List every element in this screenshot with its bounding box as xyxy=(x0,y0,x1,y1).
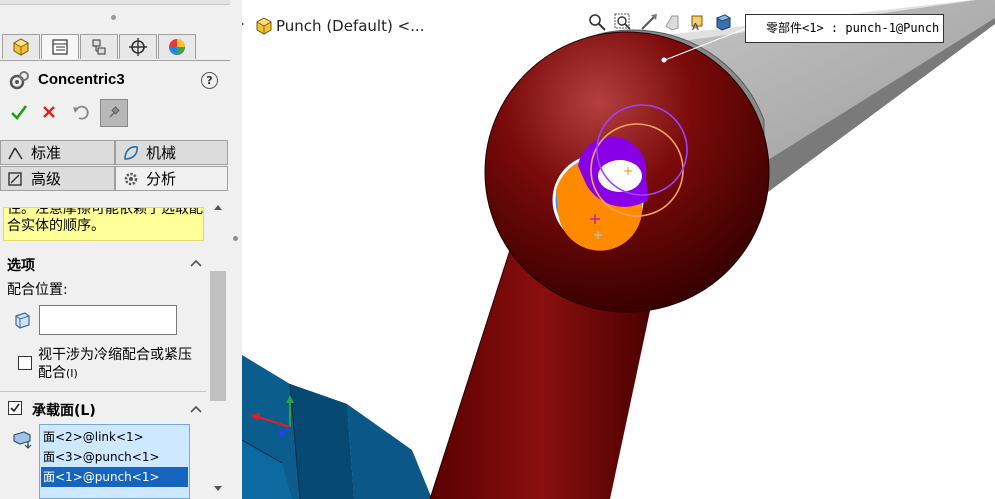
reference-triad xyxy=(250,395,294,437)
pushpin-icon xyxy=(109,106,120,118)
chevron-up-icon[interactable] xyxy=(188,255,204,271)
graphics-viewport[interactable]: Punch (Default) <... A 零部件<1> : punch-1@… xyxy=(242,0,995,499)
bearing-face-icon xyxy=(13,431,32,449)
display-manager-tab[interactable] xyxy=(158,34,196,59)
assembly-icon xyxy=(256,17,272,35)
interference-label: 视干涉为冷缩配合或紧压配合(I) xyxy=(38,346,198,383)
mechanical-mates-icon xyxy=(124,145,138,160)
undo-button[interactable] xyxy=(68,98,94,126)
svg-text:A: A xyxy=(692,22,699,32)
panel-scrollbar[interactable] xyxy=(208,197,228,499)
property-manager-icon xyxy=(52,39,68,55)
interference-label-text: 视干涉为冷缩配合或紧压配合 xyxy=(38,347,192,381)
zoom-to-area-icon[interactable] xyxy=(613,12,633,32)
list-item[interactable]: 面<2>@link<1> xyxy=(41,427,188,447)
view-orientation-icon[interactable]: A xyxy=(687,12,707,32)
message-box: 住。注意摩擦可能依赖于选取配合实体的顺序。 xyxy=(3,207,204,241)
chevron-up-icon[interactable] xyxy=(188,401,204,417)
close-icon xyxy=(43,106,55,118)
feature-manager-icon xyxy=(13,38,29,56)
tooltip-anchor-dot xyxy=(661,57,667,63)
property-manager-title-row: Concentric3 ? xyxy=(8,70,223,92)
zoom-to-fit-icon[interactable] xyxy=(587,12,607,32)
scroll-up-button[interactable] xyxy=(208,199,228,215)
mate-location-field[interactable] xyxy=(39,305,177,335)
tab-analysis[interactable]: 分析 xyxy=(115,166,228,191)
chevron-up-icon xyxy=(214,205,222,210)
mate-location-label: 配合位置: xyxy=(7,282,68,298)
advanced-mates-icon xyxy=(8,171,22,186)
page-title: Concentric3 xyxy=(38,71,125,88)
component-tooltip: 零部件<1> : punch-1@Punch xyxy=(745,14,944,43)
display-manager-icon xyxy=(169,39,185,55)
bearing-faces-title: 承载面(L) xyxy=(32,400,96,420)
tab-advanced-label: 高级 xyxy=(31,170,62,188)
feature-manager-tab[interactable] xyxy=(2,34,40,59)
tab-mechanical-label: 机械 xyxy=(146,144,177,162)
model-scene[interactable] xyxy=(242,0,995,499)
undo-icon xyxy=(73,105,89,120)
section-divider xyxy=(0,391,206,392)
list-item-selected[interactable]: 面<1>@punch<1> xyxy=(41,467,188,487)
configuration-manager-icon xyxy=(92,39,106,55)
property-manager-tab[interactable] xyxy=(41,34,79,59)
bearing-faces-checkbox[interactable] xyxy=(8,401,22,415)
previous-view-icon[interactable] xyxy=(639,12,659,32)
panel-top-strip xyxy=(0,0,230,5)
options-section-title: 选项 xyxy=(7,258,35,274)
cancel-button[interactable] xyxy=(36,98,62,126)
display-style-icon[interactable] xyxy=(713,12,733,32)
scrollbar-thumb[interactable] xyxy=(210,271,226,401)
ok-button[interactable] xyxy=(6,98,32,126)
feature-tree-root[interactable]: Punch (Default) <... xyxy=(242,14,452,38)
message-text: 住。注意摩擦可能依赖于选取配合实体的顺序。 xyxy=(7,207,203,234)
interference-shortcut: (I) xyxy=(66,367,78,380)
analysis-gear-icon xyxy=(124,172,138,185)
tab-standard[interactable]: 标准 xyxy=(0,140,115,165)
bearing-faces-title-text: 承载面 xyxy=(32,403,74,419)
configuration-manager-tab[interactable] xyxy=(80,34,118,59)
mate-location-icon xyxy=(15,312,30,329)
standard-mates-icon xyxy=(8,147,23,159)
help-button[interactable]: ? xyxy=(201,72,218,89)
tab-mechanical[interactable]: 机械 xyxy=(115,140,228,165)
feature-tree-root-label: Punch (Default) <... xyxy=(276,17,425,35)
pin-button[interactable] xyxy=(100,99,128,127)
bearing-faces-list[interactable]: 面<2>@link<1> 面<3>@punch<1> 面<1>@punch<1> xyxy=(39,424,190,499)
manager-tab-bar xyxy=(0,34,230,61)
splitter-grip[interactable] xyxy=(233,236,238,241)
options-section-header[interactable]: 选项 xyxy=(0,253,206,275)
crosshair-icon xyxy=(129,38,147,56)
checkmark-icon xyxy=(10,403,20,413)
tab-advanced[interactable]: 高级 xyxy=(0,166,115,191)
scroll-down-button[interactable] xyxy=(208,481,228,497)
tab-standard-label: 标准 xyxy=(31,144,62,162)
check-icon xyxy=(11,105,28,120)
chevron-down-icon xyxy=(214,486,222,491)
dimxpert-manager-tab[interactable] xyxy=(119,34,157,59)
concentric-mate-icon xyxy=(9,71,29,90)
list-item[interactable]: 面<3>@punch<1> xyxy=(41,447,188,467)
interference-checkbox[interactable] xyxy=(18,356,32,370)
tab-analysis-label: 分析 xyxy=(146,170,177,188)
expand-arrow-icon[interactable] xyxy=(242,18,246,30)
section-view-icon[interactable] xyxy=(663,12,683,32)
bearing-faces-shortcut: (L) xyxy=(74,403,96,419)
panel-grip-handle[interactable] xyxy=(111,15,116,20)
property-manager-panel: Concentric3 ? 标准 机械 高级 分析 住。注意摩擦可能依赖于选取配… xyxy=(0,0,231,499)
heads-up-view-toolbar: A xyxy=(587,8,737,36)
